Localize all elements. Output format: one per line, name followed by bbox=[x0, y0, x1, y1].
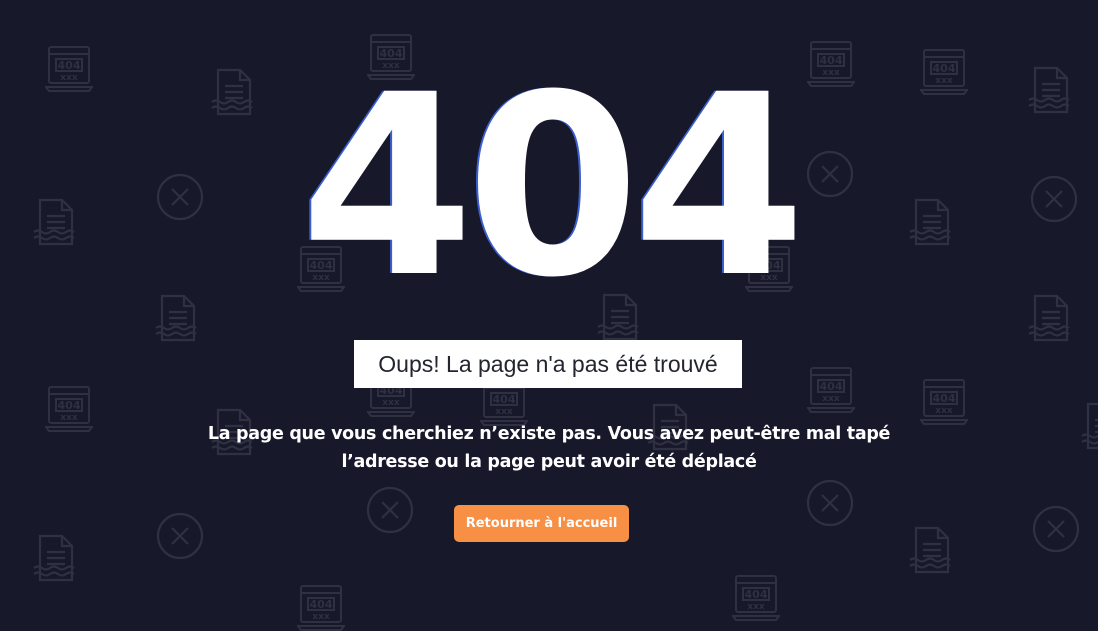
return-home-button[interactable]: Retourner à l'accueil bbox=[454, 505, 629, 542]
error-page: 404 Oups! La page n'a pas été trouvé La … bbox=[0, 0, 1098, 631]
error-message: La page que vous cherchiez n’existe pas.… bbox=[207, 424, 891, 472]
error-code: 404 bbox=[300, 41, 806, 332]
error-title: Oups! La page n'a pas été trouvé bbox=[354, 340, 742, 388]
